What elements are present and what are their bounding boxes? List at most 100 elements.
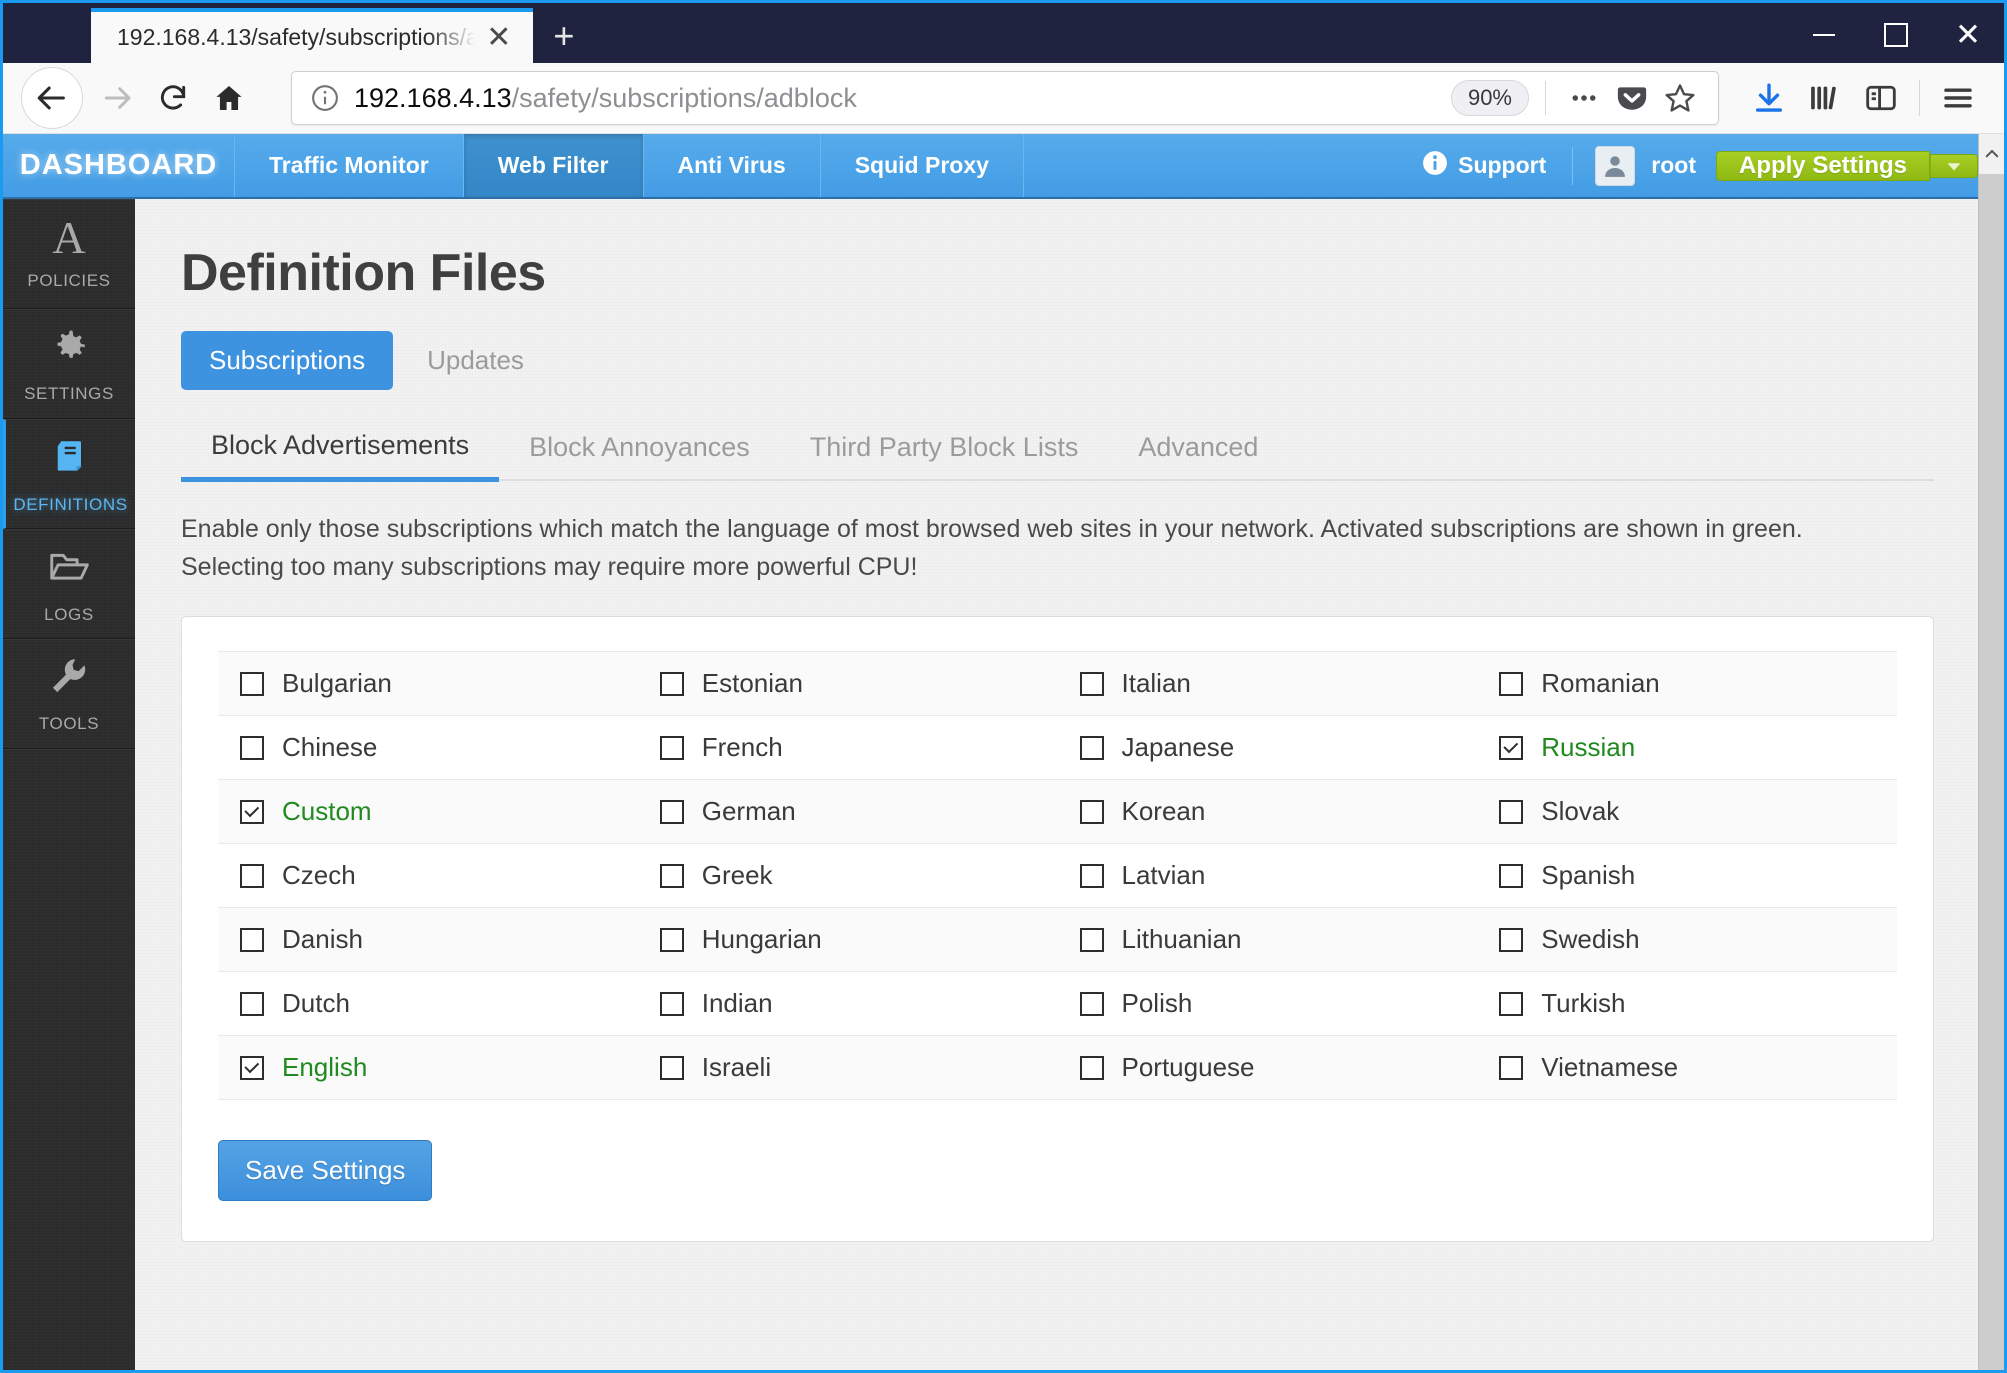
url-bar[interactable]: 192.168.4.13/safety/subscriptions/adbloc… <box>291 71 1719 125</box>
checkbox-unchecked-icon[interactable] <box>240 863 264 888</box>
downloads-icon[interactable] <box>1741 70 1797 126</box>
pill-subscriptions[interactable]: Subscriptions <box>181 331 394 390</box>
subscription-option[interactable]: Estonian <box>659 668 1058 699</box>
checkbox-unchecked-icon[interactable] <box>659 927 684 952</box>
subscription-option[interactable]: German <box>659 796 1058 827</box>
subscription-option[interactable]: Spanish <box>1499 860 1897 891</box>
subscription-option[interactable]: Latvian <box>1079 860 1478 891</box>
checkbox-unchecked-icon[interactable] <box>1079 1055 1104 1080</box>
checkbox-unchecked-icon[interactable] <box>659 863 684 888</box>
subscription-option[interactable]: Japanese <box>1079 732 1478 763</box>
scroll-up-arrow-icon[interactable] <box>1979 134 2004 174</box>
subscription-option[interactable]: Korean <box>1079 796 1478 827</box>
checkbox-unchecked-icon[interactable] <box>1079 671 1104 696</box>
checkbox-unchecked-icon[interactable] <box>1079 863 1104 888</box>
checkbox-unchecked-icon[interactable] <box>240 735 264 760</box>
reload-icon[interactable] <box>145 70 201 126</box>
subscription-option[interactable]: Indian <box>659 988 1058 1019</box>
checkbox-unchecked-icon[interactable] <box>240 991 264 1016</box>
subscription-option[interactable]: Dutch <box>240 988 638 1019</box>
subscription-option[interactable]: Slovak <box>1499 796 1897 827</box>
scrollbar-track[interactable] <box>1979 174 2004 1370</box>
tab-third-party-block-lists[interactable]: Third Party Block Lists <box>780 426 1109 479</box>
subscription-option[interactable]: English <box>240 1052 638 1083</box>
subscription-option[interactable]: Danish <box>240 924 638 955</box>
nav-item-traffic-monitor[interactable]: Traffic Monitor <box>235 134 464 197</box>
page-scrollbar[interactable] <box>1978 134 2004 1370</box>
browser-tab[interactable]: 192.168.4.13/safety/subscriptions/a ✕ <box>91 8 533 63</box>
subscription-option[interactable]: Vietnamese <box>1499 1052 1897 1083</box>
subscription-option[interactable]: Polish <box>1079 988 1478 1019</box>
minimize-button[interactable] <box>1788 6 1860 63</box>
back-icon[interactable] <box>21 67 83 129</box>
subscription-option[interactable]: Swedish <box>1499 924 1897 955</box>
nav-item-squid-proxy[interactable]: Squid Proxy <box>820 134 1024 197</box>
checkbox-unchecked-icon[interactable] <box>1499 1055 1524 1080</box>
sidebar-item-definitions[interactable]: DEFINITIONS <box>3 419 135 529</box>
sidebar-item-logs[interactable]: LOGS <box>3 529 135 639</box>
subscription-option[interactable]: Israeli <box>659 1052 1058 1083</box>
checkbox-unchecked-icon[interactable] <box>1079 927 1104 952</box>
save-settings-button[interactable]: Save Settings <box>218 1140 433 1201</box>
checkbox-unchecked-icon[interactable] <box>659 1055 684 1080</box>
nav-item-web-filter[interactable]: Web Filter <box>463 134 644 197</box>
checkbox-unchecked-icon[interactable] <box>659 799 684 824</box>
subscription-option[interactable]: Turkish <box>1499 988 1897 1019</box>
checkbox-checked-icon[interactable] <box>1499 735 1524 760</box>
user-menu[interactable]: root <box>1573 145 1716 186</box>
checkbox-unchecked-icon[interactable] <box>659 671 684 696</box>
support-link[interactable]: Support <box>1396 150 1572 182</box>
subscription-option[interactable]: Custom <box>240 796 638 827</box>
subscription-option[interactable]: Romanian <box>1499 668 1897 699</box>
pill-updates[interactable]: Updates <box>399 331 552 390</box>
checkbox-checked-icon[interactable] <box>240 1055 264 1080</box>
checkbox-unchecked-icon[interactable] <box>1499 671 1524 696</box>
checkbox-unchecked-icon[interactable] <box>1499 927 1524 952</box>
checkbox-unchecked-icon[interactable] <box>1499 799 1524 824</box>
subscription-option[interactable]: Portuguese <box>1079 1052 1478 1083</box>
subscription-option[interactable]: Greek <box>659 860 1058 891</box>
hamburger-menu-icon[interactable] <box>1930 70 1986 126</box>
subscription-option[interactable]: Italian <box>1079 668 1478 699</box>
library-icon[interactable] <box>1797 70 1853 126</box>
tab-block-annoyances[interactable]: Block Annoyances <box>499 426 780 479</box>
sidebar-toggle-icon[interactable] <box>1853 70 1909 126</box>
checkbox-unchecked-icon[interactable] <box>1499 991 1524 1016</box>
checkbox-unchecked-icon[interactable] <box>240 927 264 952</box>
subscription-option[interactable]: Hungarian <box>659 924 1058 955</box>
forward-icon[interactable] <box>89 70 145 126</box>
subscription-option[interactable]: French <box>659 732 1058 763</box>
checkbox-unchecked-icon[interactable] <box>659 991 684 1016</box>
checkbox-unchecked-icon[interactable] <box>240 671 264 696</box>
checkbox-unchecked-icon[interactable] <box>1499 863 1524 888</box>
nav-item-anti-virus[interactable]: Anti Virus <box>643 134 821 197</box>
new-tab-button[interactable]: + <box>533 8 595 63</box>
subscription-option[interactable]: Chinese <box>240 732 638 763</box>
sidebar-item-settings[interactable]: SETTINGS <box>3 309 135 419</box>
window-close-button[interactable]: ✕ <box>1932 6 2004 63</box>
tab-advanced[interactable]: Advanced <box>1108 426 1288 479</box>
subscription-option[interactable]: Czech <box>240 860 638 891</box>
subscription-option[interactable]: Lithuanian <box>1079 924 1478 955</box>
page-info-icon[interactable] <box>306 79 344 117</box>
tab-block-advertisements[interactable]: Block Advertisements <box>181 424 500 482</box>
checkbox-unchecked-icon[interactable] <box>1079 735 1104 760</box>
checkbox-unchecked-icon[interactable] <box>1079 991 1104 1016</box>
checkbox-unchecked-icon[interactable] <box>659 735 684 760</box>
brand-dashboard[interactable]: DASHBOARD <box>3 134 235 197</box>
maximize-button[interactable] <box>1860 6 1932 63</box>
apply-settings-button[interactable]: Apply Settings <box>1715 150 1930 181</box>
sidebar-item-tools[interactable]: TOOLS <box>3 639 135 749</box>
pocket-icon[interactable] <box>1608 74 1656 122</box>
home-icon[interactable] <box>201 70 257 126</box>
close-icon[interactable]: ✕ <box>479 18 519 58</box>
checkbox-checked-icon[interactable] <box>240 799 264 824</box>
checkbox-unchecked-icon[interactable] <box>1079 799 1104 824</box>
sidebar-item-policies[interactable]: A POLICIES <box>3 199 135 309</box>
chevron-down-icon[interactable] <box>1930 153 1978 178</box>
page-actions-icon[interactable] <box>1560 74 1608 122</box>
bookmark-star-icon[interactable] <box>1656 74 1704 122</box>
subscription-option[interactable]: Bulgarian <box>240 668 638 699</box>
url-input[interactable]: 192.168.4.13/safety/subscriptions/adbloc… <box>344 83 1451 114</box>
zoom-level-badge[interactable]: 90% <box>1450 80 1529 116</box>
